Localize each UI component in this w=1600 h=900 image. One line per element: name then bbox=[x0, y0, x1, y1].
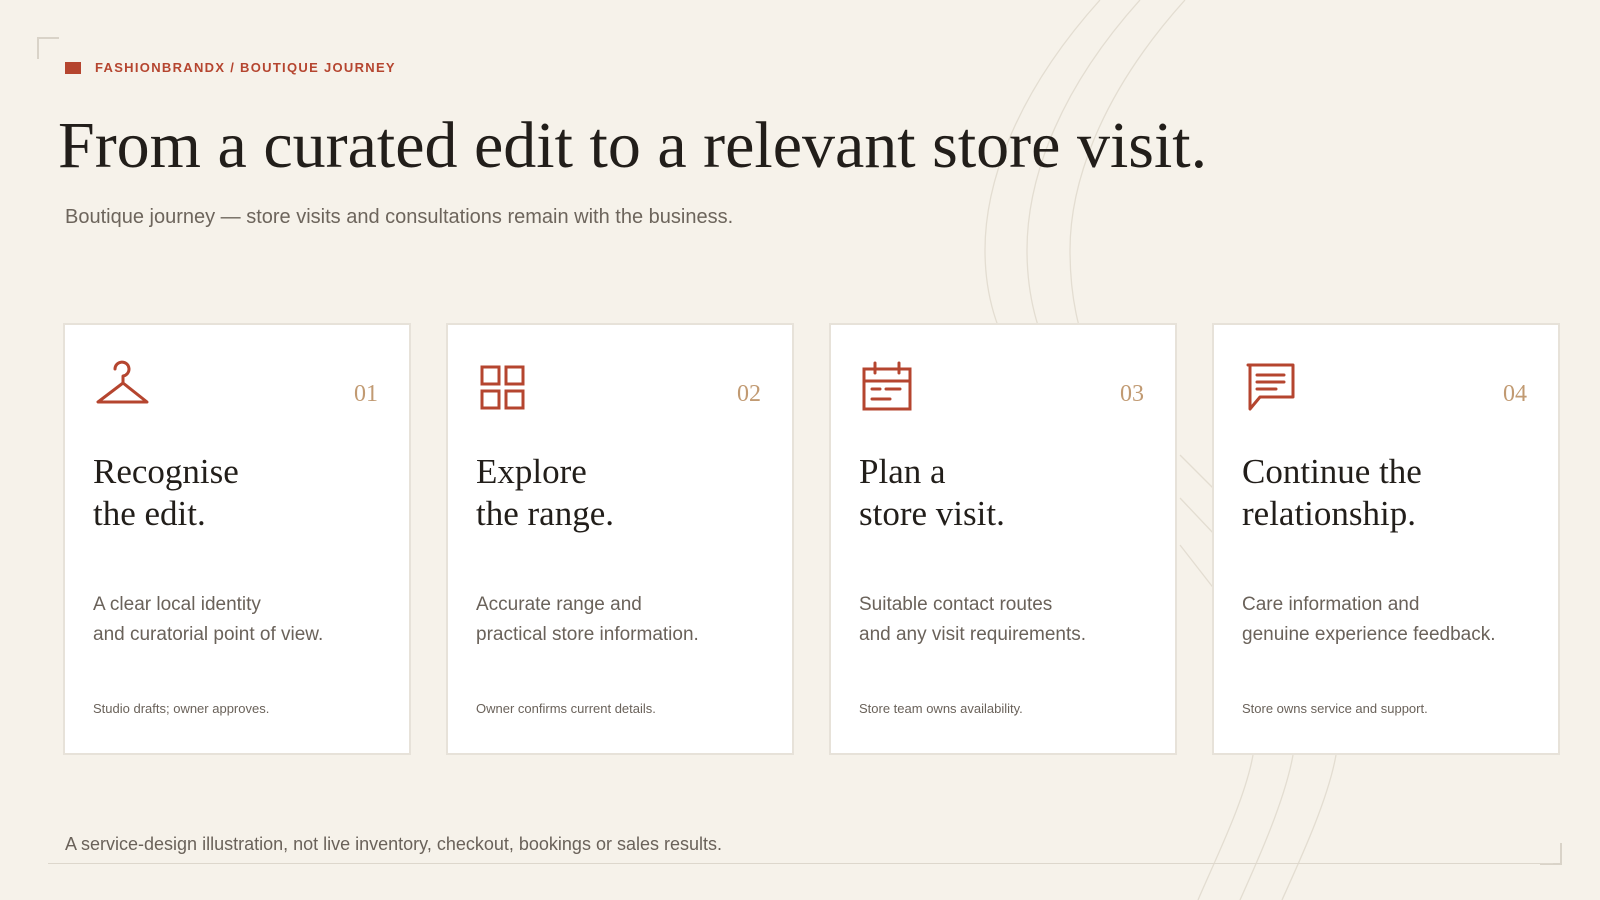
step-title: Continue the relationship. bbox=[1242, 452, 1422, 533]
step-description: Care information and genuine experience … bbox=[1242, 594, 1496, 645]
step-card-recognise: 01 Recognise the edit. A clear local ide… bbox=[63, 323, 411, 755]
step-note: Studio drafts; owner approves. bbox=[93, 701, 270, 716]
step-number: 03 bbox=[1120, 381, 1144, 407]
step-title: Plan a store visit. bbox=[859, 452, 1005, 533]
corner-bracket-bottom-right bbox=[1540, 843, 1562, 865]
hanger-icon bbox=[96, 360, 149, 404]
footer-divider bbox=[48, 863, 1553, 864]
step-card-explore: 02 Explore the range. Accurate range and… bbox=[446, 323, 794, 755]
step-number: 04 bbox=[1503, 381, 1527, 407]
grid-icon bbox=[480, 365, 525, 410]
eyebrow-mark bbox=[65, 61, 81, 74]
step-card-continue: 04 Continue the relationship. Care infor… bbox=[1212, 323, 1560, 755]
eyebrow-text: FASHIONBRANDX / BOUTIQUE JOURNEY bbox=[95, 60, 396, 75]
step-note: Store owns service and support. bbox=[1242, 701, 1428, 716]
step-note: Owner confirms current details. bbox=[476, 701, 656, 716]
page-title: From a curated edit to a relevant store … bbox=[58, 109, 1208, 182]
step-card-plan: 03 Plan a store visit. Suitable contact … bbox=[829, 323, 1177, 755]
page-subtitle: Boutique journey — store visits and cons… bbox=[65, 206, 734, 228]
eyebrow: FASHIONBRANDX / BOUTIQUE JOURNEY bbox=[65, 60, 396, 75]
corner-bracket-top-left bbox=[37, 37, 59, 59]
journey-steps: 01 Recognise the edit. A clear local ide… bbox=[63, 323, 1560, 755]
step-note: Store team owns availability. bbox=[859, 701, 1023, 716]
step-description: Accurate range and practical store infor… bbox=[476, 594, 699, 645]
step-description: Suitable contact routes and any visit re… bbox=[859, 594, 1087, 645]
step-title: Explore the range. bbox=[476, 452, 614, 533]
footer-disclaimer: A service-design illustration, not live … bbox=[65, 834, 722, 854]
step-number: 01 bbox=[354, 381, 378, 407]
chat-bubble-icon bbox=[1246, 363, 1295, 411]
step-description: A clear local identity and curatorial po… bbox=[93, 594, 324, 645]
step-number: 02 bbox=[737, 381, 761, 407]
step-title: Recognise the edit. bbox=[93, 452, 239, 533]
calendar-icon bbox=[862, 361, 912, 411]
